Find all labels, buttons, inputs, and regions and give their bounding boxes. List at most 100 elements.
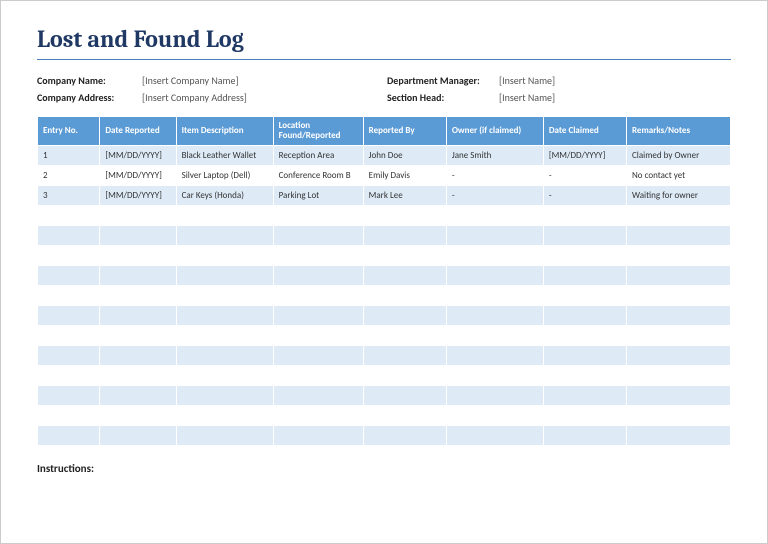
th-remarks: Remarks/Notes bbox=[627, 117, 731, 146]
table-cell bbox=[446, 345, 543, 365]
table-cell bbox=[446, 405, 543, 425]
table-cell bbox=[100, 325, 176, 345]
table-cell bbox=[38, 425, 100, 445]
table-cell bbox=[100, 385, 176, 405]
th-reported-by: Reported By bbox=[363, 117, 446, 146]
table-cell bbox=[543, 305, 626, 325]
table-cell: Conference Room B bbox=[273, 165, 363, 185]
table-cell bbox=[176, 345, 273, 365]
table-cell bbox=[100, 425, 176, 445]
table-cell bbox=[176, 225, 273, 245]
table-cell bbox=[273, 365, 363, 385]
table-cell bbox=[543, 225, 626, 245]
table-cell bbox=[273, 425, 363, 445]
table-cell bbox=[543, 345, 626, 365]
table-row: 3[MM/DD/YYYY]Car Keys (Honda)Parking Lot… bbox=[38, 185, 731, 205]
table-cell: Car Keys (Honda) bbox=[176, 185, 273, 205]
table-cell bbox=[627, 265, 731, 285]
table-cell bbox=[100, 365, 176, 385]
table-cell: John Doe bbox=[363, 145, 446, 165]
table-row bbox=[38, 345, 731, 365]
table-cell bbox=[273, 305, 363, 325]
table-cell: Mark Lee bbox=[363, 185, 446, 205]
table-cell bbox=[100, 345, 176, 365]
table-cell bbox=[38, 365, 100, 385]
table-cell bbox=[363, 225, 446, 245]
page-title: Lost and Found Log bbox=[37, 25, 731, 60]
table-cell bbox=[543, 265, 626, 285]
table-cell: Jane Smith bbox=[446, 145, 543, 165]
meta-row-2: Company Address: [Insert Company Address… bbox=[37, 91, 731, 104]
table-cell bbox=[363, 205, 446, 225]
table-cell bbox=[363, 425, 446, 445]
company-name-value: [Insert Company Name] bbox=[142, 74, 239, 87]
table-cell: 1 bbox=[38, 145, 100, 165]
table-cell bbox=[273, 385, 363, 405]
table-cell bbox=[627, 305, 731, 325]
table-cell bbox=[100, 265, 176, 285]
table-cell bbox=[176, 245, 273, 265]
table-cell bbox=[38, 225, 100, 245]
table-cell bbox=[543, 405, 626, 425]
section-head-value: [Insert Name] bbox=[499, 91, 555, 104]
meta-company-name: Company Name: [Insert Company Name] bbox=[37, 74, 357, 87]
table-cell bbox=[446, 245, 543, 265]
table-cell bbox=[100, 285, 176, 305]
table-cell bbox=[38, 305, 100, 325]
th-owner: Owner (if claimed) bbox=[446, 117, 543, 146]
table-cell bbox=[627, 425, 731, 445]
table-cell bbox=[543, 425, 626, 445]
table-cell bbox=[273, 325, 363, 345]
table-row bbox=[38, 305, 731, 325]
log-table-wrap: Entry No. Date Reported Item Description… bbox=[37, 116, 731, 446]
table-cell bbox=[363, 285, 446, 305]
table-cell bbox=[446, 225, 543, 245]
table-cell: Reception Area bbox=[273, 145, 363, 165]
table-cell: Waiting for owner bbox=[627, 185, 731, 205]
table-row bbox=[38, 405, 731, 425]
th-entry-no: Entry No. bbox=[38, 117, 100, 146]
table-cell bbox=[176, 305, 273, 325]
table-row bbox=[38, 285, 731, 305]
table-row bbox=[38, 205, 731, 225]
dept-manager-value: [Insert Name] bbox=[499, 74, 555, 87]
th-date-claimed: Date Claimed bbox=[543, 117, 626, 146]
table-cell bbox=[100, 245, 176, 265]
table-cell: Black Leather Wallet bbox=[176, 145, 273, 165]
table-cell bbox=[446, 205, 543, 225]
table-cell bbox=[38, 205, 100, 225]
table-cell bbox=[38, 345, 100, 365]
table-head: Entry No. Date Reported Item Description… bbox=[38, 117, 731, 146]
document-sheet: Lost and Found Log Company Name: [Insert… bbox=[0, 0, 768, 544]
table-cell bbox=[100, 225, 176, 245]
table-cell bbox=[38, 405, 100, 425]
table-cell bbox=[273, 345, 363, 365]
log-table: Entry No. Date Reported Item Description… bbox=[37, 116, 731, 446]
table-cell: - bbox=[446, 165, 543, 185]
table-cell: Parking Lot bbox=[273, 185, 363, 205]
table-cell bbox=[363, 265, 446, 285]
company-address-label: Company Address: bbox=[37, 91, 142, 104]
table-cell bbox=[363, 345, 446, 365]
table-cell: Claimed by Owner bbox=[627, 145, 731, 165]
table-cell: [MM/DD/YYYY] bbox=[100, 165, 176, 185]
table-cell bbox=[273, 405, 363, 425]
table-cell bbox=[446, 425, 543, 445]
table-cell: [MM/DD/YYYY] bbox=[100, 185, 176, 205]
table-cell bbox=[176, 205, 273, 225]
table-cell: 2 bbox=[38, 165, 100, 185]
table-cell bbox=[100, 405, 176, 425]
table-cell bbox=[446, 385, 543, 405]
table-row bbox=[38, 265, 731, 285]
table-cell bbox=[363, 365, 446, 385]
table-cell bbox=[363, 405, 446, 425]
table-cell bbox=[446, 305, 543, 325]
table-row: 1[MM/DD/YYYY]Black Leather WalletRecepti… bbox=[38, 145, 731, 165]
company-address-value: [Insert Company Address] bbox=[142, 91, 247, 104]
dept-manager-label: Department Manager: bbox=[387, 74, 499, 87]
table-row bbox=[38, 365, 731, 385]
table-cell bbox=[543, 245, 626, 265]
section-head-label: Section Head: bbox=[387, 91, 499, 104]
table-cell bbox=[627, 325, 731, 345]
table-row bbox=[38, 325, 731, 345]
